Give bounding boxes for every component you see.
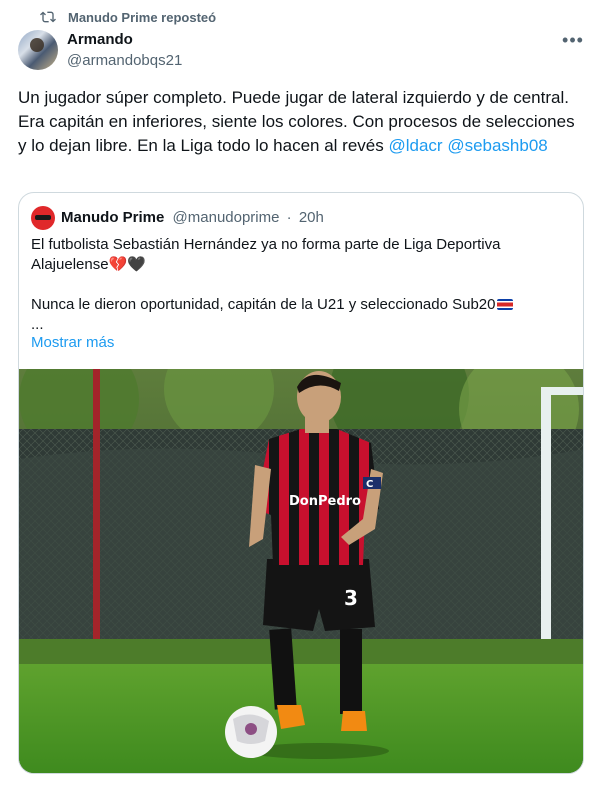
separator-dot: ·: [286, 209, 292, 226]
quote-text: El futbolista Sebastián Hernández ya no …: [31, 235, 571, 335]
quote-line: Alajuelense💔🖤: [31, 255, 571, 275]
quote-avatar[interactable]: [31, 206, 55, 230]
avatar[interactable]: [18, 30, 58, 70]
jersey-sponsor-text: DonPedro: [289, 494, 361, 509]
quote-header: Manudo Prime @manudoprime · 20h: [61, 209, 324, 226]
mention-link[interactable]: @sebashb08: [447, 136, 547, 155]
quote-timestamp[interactable]: 20h: [299, 209, 324, 226]
quote-author-handle[interactable]: @manudoprime: [173, 209, 280, 226]
captain-band-text: C: [366, 479, 373, 490]
show-more-link[interactable]: Mostrar más: [31, 334, 114, 351]
quote-line-text: Alajuelense: [31, 256, 109, 273]
author-name[interactable]: Armando: [67, 31, 133, 48]
repost-indicator[interactable]: Manudo Prime reposteó: [40, 8, 216, 26]
repost-label: Manudo Prime reposteó: [68, 9, 217, 25]
author-handle[interactable]: @armandobqs21: [67, 52, 182, 69]
shirt-number: 3: [344, 586, 358, 610]
mention-link[interactable]: @ldacr: [388, 136, 442, 155]
more-icon: •••: [562, 29, 584, 50]
costa-rica-flag-icon: [496, 299, 513, 310]
quote-line: Nunca le dieron oportunidad, capitán de …: [31, 295, 571, 315]
broken-heart-icon: 💔: [108, 256, 128, 273]
quote-line-text: Nunca le dieron oportunidad, capitán de …: [31, 296, 496, 313]
quoted-tweet-card[interactable]: Manudo Prime @manudoprime · 20h El futbo…: [18, 192, 584, 774]
repost-icon: [40, 11, 56, 23]
more-options-button[interactable]: •••: [560, 30, 586, 50]
tweet-photo[interactable]: DonPedro 3 C: [19, 369, 584, 774]
ellipsis: ...: [31, 316, 44, 333]
tweet-text: Un jugador súper completo. Puede jugar d…: [18, 86, 583, 158]
quote-line: El futbolista Sebastián Hernández ya no …: [31, 236, 501, 253]
quote-author-name[interactable]: Manudo Prime: [61, 209, 164, 226]
black-heart-icon: 🖤: [127, 256, 146, 273]
